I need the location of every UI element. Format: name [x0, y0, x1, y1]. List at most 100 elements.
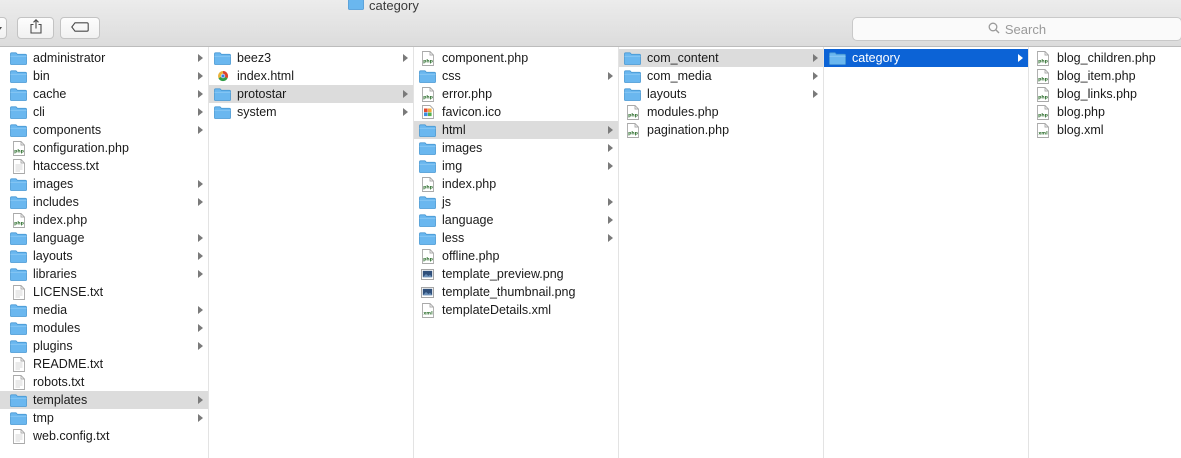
item-name: error.php: [442, 87, 493, 101]
file-row[interactable]: php index.php: [414, 175, 618, 193]
chevron-right-icon: [608, 162, 613, 170]
folder-row[interactable]: media: [0, 301, 208, 319]
folder-icon: [624, 69, 641, 83]
item-name: modules.php: [647, 105, 719, 119]
file-row[interactable]: php configuration.php: [0, 139, 208, 157]
folder-row[interactable]: img: [414, 157, 618, 175]
file-row[interactable]: php pagination.php: [619, 121, 823, 139]
column-2: beez3 index.html protostar system: [209, 47, 414, 458]
item-name: css: [442, 69, 461, 83]
item-name: component.php: [442, 51, 529, 65]
text-file-icon: [10, 158, 27, 174]
folder-row[interactable]: system: [209, 103, 413, 121]
folder-row[interactable]: com_content: [619, 49, 823, 67]
file-row[interactable]: php component.php: [414, 49, 618, 67]
folder-row[interactable]: language: [414, 211, 618, 229]
item-name: blog.xml: [1057, 123, 1104, 137]
search-field[interactable]: Search: [852, 17, 1181, 41]
file-row[interactable]: php blog_links.php: [1029, 85, 1181, 103]
group-button[interactable]: [0, 17, 7, 39]
folder-row[interactable]: administrator: [0, 49, 208, 67]
folder-row[interactable]: js: [414, 193, 618, 211]
svg-text:php: php: [628, 130, 639, 136]
folder-row[interactable]: css: [414, 67, 618, 85]
file-row[interactable]: template_preview.png: [414, 265, 618, 283]
folder-row[interactable]: templates: [0, 391, 208, 409]
folder-row[interactable]: com_media: [619, 67, 823, 85]
svg-text:php: php: [14, 220, 25, 226]
file-row[interactable]: php index.php: [0, 211, 208, 229]
chevron-right-icon: [608, 72, 613, 80]
chevron-right-icon: [198, 198, 203, 206]
folder-row[interactable]: less: [414, 229, 618, 247]
php-file-icon: php: [1034, 86, 1051, 102]
folder-icon: [10, 195, 27, 209]
item-name: htaccess.txt: [33, 159, 99, 173]
folder-row[interactable]: images: [414, 139, 618, 157]
folder-row[interactable]: plugins: [0, 337, 208, 355]
chevron-right-icon: [198, 414, 203, 422]
php-file-icon: php: [624, 104, 641, 120]
file-row[interactable]: php blog.php: [1029, 103, 1181, 121]
item-name: index.html: [237, 69, 294, 83]
file-row[interactable]: template_thumbnail.png: [414, 283, 618, 301]
folder-row[interactable]: tmp: [0, 409, 208, 427]
file-row[interactable]: xml templateDetails.xml: [414, 301, 618, 319]
folder-row[interactable]: protostar: [209, 85, 413, 103]
folder-row[interactable]: language: [0, 229, 208, 247]
folder-icon: [10, 123, 27, 137]
folder-row[interactable]: beez3: [209, 49, 413, 67]
folder-icon: [419, 159, 436, 173]
chevron-right-icon: [198, 72, 203, 80]
file-row[interactable]: README.txt: [0, 355, 208, 373]
svg-text:php: php: [628, 112, 639, 118]
folder-row[interactable]: includes: [0, 193, 208, 211]
file-row[interactable]: htaccess.txt: [0, 157, 208, 175]
file-row[interactable]: php offline.php: [414, 247, 618, 265]
folder-row[interactable]: layouts: [619, 85, 823, 103]
folder-row[interactable]: images: [0, 175, 208, 193]
file-row[interactable]: favicon.ico: [414, 103, 618, 121]
xml-file-icon: xml: [1034, 122, 1051, 138]
item-name: bin: [33, 69, 50, 83]
folder-icon: [214, 105, 231, 119]
item-name: category: [852, 51, 900, 65]
file-row[interactable]: web.config.txt: [0, 427, 208, 445]
item-name: blog_links.php: [1057, 87, 1137, 101]
item-name: plugins: [33, 339, 73, 353]
file-row[interactable]: php modules.php: [619, 103, 823, 121]
svg-text:php: php: [1038, 94, 1049, 100]
folder-row[interactable]: bin: [0, 67, 208, 85]
folder-row[interactable]: category: [824, 49, 1028, 67]
column-3: php component.php css php error.php favicon.i…: [414, 47, 619, 458]
share-button[interactable]: [17, 17, 54, 39]
php-file-icon: php: [10, 212, 27, 228]
folder-row[interactable]: cli: [0, 103, 208, 121]
item-name: beez3: [237, 51, 272, 65]
chevron-right-icon: [608, 126, 613, 134]
item-name: libraries: [33, 267, 77, 281]
svg-text:php: php: [423, 94, 434, 100]
svg-text:php: php: [1038, 76, 1049, 82]
folder-row[interactable]: components: [0, 121, 208, 139]
file-row[interactable]: php error.php: [414, 85, 618, 103]
folder-row[interactable]: html: [414, 121, 618, 139]
item-name: robots.txt: [33, 375, 85, 389]
file-row[interactable]: index.html: [209, 67, 413, 85]
folder-icon: [10, 411, 27, 425]
file-row[interactable]: php blog_item.php: [1029, 67, 1181, 85]
folder-row[interactable]: modules: [0, 319, 208, 337]
folder-row[interactable]: layouts: [0, 247, 208, 265]
item-name: cache: [33, 87, 67, 101]
file-row[interactable]: robots.txt: [0, 373, 208, 391]
toolbar: category Search: [0, 0, 1181, 47]
folder-row[interactable]: cache: [0, 85, 208, 103]
folder-row[interactable]: libraries: [0, 265, 208, 283]
file-row[interactable]: php blog_children.php: [1029, 49, 1181, 67]
file-row[interactable]: LICENSE.txt: [0, 283, 208, 301]
chevron-right-icon: [198, 342, 203, 350]
file-row[interactable]: xml blog.xml: [1029, 121, 1181, 139]
chevron-right-icon: [198, 324, 203, 332]
column-5: category: [824, 47, 1029, 458]
edit-tags-button[interactable]: [60, 17, 100, 39]
